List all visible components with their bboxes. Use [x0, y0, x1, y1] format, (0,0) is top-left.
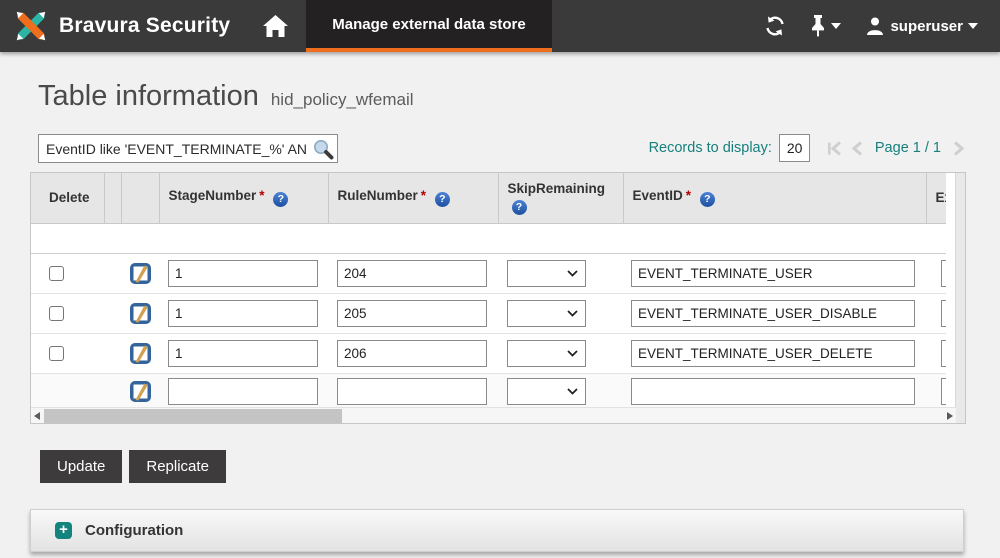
- pin-icon: [812, 15, 825, 37]
- page-subtitle: hid_policy_wfemail: [270, 90, 414, 109]
- scroll-left-arrow-icon[interactable]: [34, 412, 40, 420]
- page-title: Table information: [38, 80, 259, 112]
- table-header-row: Delete StageNumber * ? RuleNumber * ? Skip…: [31, 173, 946, 224]
- pin-caret-icon: [831, 23, 842, 29]
- select-chevron-icon: [567, 269, 578, 277]
- help-icon[interactable]: ?: [273, 192, 289, 208]
- edit-row-icon[interactable]: [129, 342, 152, 365]
- required-asterisk: *: [420, 188, 427, 204]
- brand-logo-icon: [16, 11, 46, 41]
- top-nav: Bravura Security Manage external data st…: [0, 0, 1000, 52]
- expand-plus-icon[interactable]: +: [55, 522, 72, 539]
- home-icon: [262, 15, 288, 37]
- search-icon[interactable]: [312, 138, 334, 160]
- rule-number-input[interactable]: [337, 259, 487, 287]
- event-id-input[interactable]: [631, 339, 915, 367]
- column-header-edit: [121, 173, 160, 224]
- event-id-input[interactable]: [631, 377, 915, 405]
- next-page-icon[interactable]: [953, 140, 965, 156]
- skip-remaining-select[interactable]: [507, 339, 586, 367]
- event-id-input[interactable]: [631, 259, 915, 287]
- records-input[interactable]: [778, 134, 810, 162]
- help-icon[interactable]: ?: [699, 192, 715, 208]
- column-header-expression: Expr: [926, 173, 946, 224]
- refresh-button[interactable]: [764, 15, 786, 37]
- select-chevron-icon: [567, 388, 578, 395]
- help-icon[interactable]: ?: [434, 192, 450, 208]
- app-window: Bravura Security Manage external data st…: [0, 0, 1000, 558]
- expression-input[interactable]: [941, 377, 946, 405]
- brand-name: Bravura Security: [59, 14, 231, 37]
- action-buttons: Update Replicate: [40, 450, 226, 483]
- tab-label: Manage external data store: [332, 15, 526, 33]
- new-record-row: [31, 373, 946, 407]
- update-button[interactable]: Update: [40, 450, 123, 483]
- configuration-label: Configuration: [85, 522, 184, 539]
- column-header-skip-remaining: SkipRemaining ?: [498, 173, 624, 224]
- required-asterisk: *: [259, 188, 265, 204]
- user-name: superuser: [890, 17, 963, 35]
- stage-number-input[interactable]: [168, 259, 318, 287]
- help-icon[interactable]: ?: [511, 199, 527, 215]
- table-row: [31, 293, 946, 334]
- row-delete-checkbox[interactable]: [49, 265, 64, 281]
- expression-input[interactable]: [941, 299, 946, 327]
- spacer-row: [31, 223, 946, 254]
- data-table: Delete StageNumber * ? RuleNumber * ? Skip…: [30, 172, 966, 424]
- edit-row-icon[interactable]: [129, 262, 152, 285]
- filter-input[interactable]: [39, 140, 312, 157]
- records-area: Records to display: Page 1 / 1: [649, 131, 965, 165]
- active-tab-manage-external-data-store[interactable]: Manage external data store: [306, 0, 552, 52]
- column-header-event-id: EventID * ?: [623, 173, 927, 224]
- row-delete-checkbox[interactable]: [49, 345, 64, 361]
- stage-number-input[interactable]: [168, 339, 318, 367]
- stage-number-input[interactable]: [168, 299, 318, 327]
- title-row: Table information hid_policy_wfemail: [38, 80, 414, 113]
- column-header-delete: Delete: [31, 173, 105, 224]
- user-icon: [867, 17, 884, 35]
- first-page-icon[interactable]: [827, 140, 843, 156]
- vertical-scrollbar[interactable]: [955, 173, 965, 423]
- row-delete-checkbox[interactable]: [49, 305, 64, 321]
- expression-input[interactable]: [941, 259, 946, 287]
- filter-box: [38, 134, 338, 163]
- rule-number-input[interactable]: [337, 299, 487, 327]
- column-header-stage-number: StageNumber * ?: [159, 173, 329, 224]
- scroll-right-arrow-icon[interactable]: [947, 412, 953, 420]
- table-row: [31, 253, 946, 294]
- records-label: Records to display:: [648, 140, 772, 156]
- stage-number-input[interactable]: [168, 377, 318, 405]
- select-chevron-icon: [567, 349, 578, 357]
- skip-remaining-select[interactable]: [507, 259, 586, 287]
- required-asterisk: *: [685, 188, 692, 204]
- home-tab[interactable]: [244, 0, 306, 52]
- rule-number-input[interactable]: [337, 377, 487, 405]
- replicate-button[interactable]: Replicate: [129, 450, 226, 483]
- pagination: Page 1 / 1: [827, 140, 965, 156]
- configuration-section[interactable]: + Configuration: [30, 509, 964, 552]
- column-header-blank: [104, 173, 122, 224]
- skip-remaining-select[interactable]: [507, 299, 586, 327]
- event-id-input[interactable]: [631, 299, 915, 327]
- page-indicator: Page 1 / 1: [874, 140, 941, 156]
- brand: Bravura Security: [0, 0, 244, 52]
- expression-input[interactable]: [941, 339, 946, 367]
- edit-row-icon[interactable]: [129, 302, 152, 325]
- select-chevron-icon: [567, 309, 578, 317]
- skip-remaining-select[interactable]: [507, 377, 586, 405]
- edit-row-icon[interactable]: [129, 380, 152, 403]
- horizontal-scrollbar[interactable]: [31, 407, 956, 423]
- refresh-icon: [766, 16, 785, 36]
- column-header-rule-number: RuleNumber * ?: [328, 173, 499, 224]
- pin-menu-button[interactable]: [810, 15, 842, 37]
- user-menu[interactable]: superuser: [865, 16, 978, 36]
- table-scroll-area: Delete StageNumber * ? RuleNumber * ? Skip…: [31, 173, 946, 407]
- scroll-thumb[interactable]: [44, 409, 342, 423]
- table-row: [31, 333, 946, 374]
- rule-number-input[interactable]: [337, 339, 487, 367]
- prev-page-icon[interactable]: [851, 140, 863, 156]
- nav-right: superuser: [764, 0, 1000, 52]
- user-caret-icon: [968, 23, 978, 29]
